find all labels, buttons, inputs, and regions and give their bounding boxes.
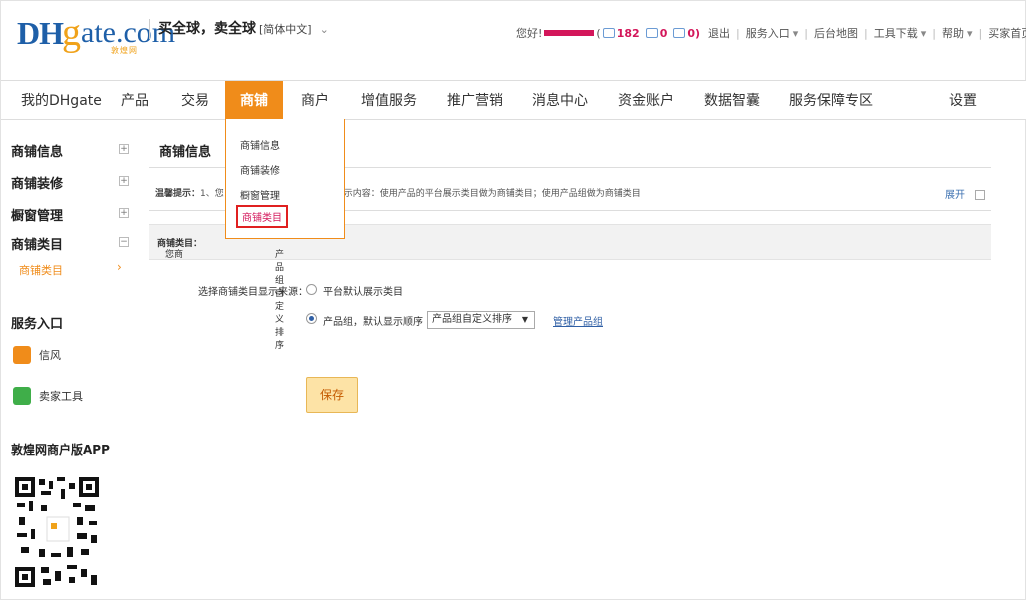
band-text-a: 您商 [165,250,184,260]
nav-data[interactable]: 数据智囊 [704,81,760,121]
expand-icon[interactable]: + [119,144,129,154]
option-product-group[interactable]: 产品组，默认显示顺序 [323,313,423,328]
nav-store[interactable]: 商铺 [225,81,283,121]
divider: | [736,26,740,40]
logo-subtitle: 敦煌网 [111,46,138,55]
store-dropdown-menu: 商铺信息 商铺装修 橱窗管理 商铺类目 [225,119,345,239]
app-title: 敦煌网商户版APP [11,443,110,457]
save-button[interactable]: 保存 [306,377,358,413]
expand-label: 展开 [945,190,965,201]
tool-xinfeng[interactable]: 信风 [13,346,61,364]
slogan: 买全球，卖全球 [149,19,256,39]
notice-icon[interactable] [673,28,686,38]
nav-messages[interactable]: 消息中心 [532,81,588,121]
band-text-b: 产品组自定义排序 [275,250,285,351]
tool-xinfeng-label: 信风 [39,349,61,362]
language-selector[interactable]: [简体中文] ⌄ [259,21,329,37]
tip-fragment-b: 示内容：使用产品的平台展示类目做为商铺类目；使用产品组做为商铺类目 [343,189,641,199]
sidebar-item-store-info[interactable]: 商铺信息 [11,141,63,160]
chevron-down-icon: ⌄ [319,23,329,36]
manage-product-group-link[interactable]: 管理产品组 [553,313,603,328]
paren-open: ( [596,26,601,40]
tool-download-link[interactable]: 工具下载 [874,25,918,41]
sidebar-item-decoration[interactable]: 商铺装修 [11,173,63,192]
expand-icon[interactable]: + [119,208,129,218]
divider: | [978,26,983,40]
divider: | [864,26,868,40]
chevron-right-icon: › [117,260,122,274]
service-entry-link[interactable]: 服务入口 [746,25,790,41]
language-label: [简体中文] [259,23,312,36]
tool-seller-label: 卖家工具 [39,390,83,403]
source-label: 选择商铺类目显示来源： [198,287,308,298]
sort-order-select[interactable]: 产品组自定义排序 ▼ [427,311,535,329]
menu-item-decoration[interactable]: 商铺装修 [240,162,280,177]
menu-item-window[interactable]: 橱窗管理 [240,187,280,202]
sidebar-subitem-category[interactable]: 商铺类目 [19,262,63,278]
comment-icon[interactable] [645,28,658,38]
chevron-down-icon: ▾ [792,26,799,40]
username-redacted[interactable] [544,30,595,36]
logout-link[interactable]: 退出 [708,25,730,41]
comment-count[interactable]: 0 [660,27,668,40]
tip-fragment-a: 1、您 [200,189,224,199]
expand-link[interactable]: 展开 [945,186,985,201]
dropdown-arrow-icon: ▼ [521,315,528,324]
tip-label: 温馨提示： [155,189,201,199]
divider: | [932,26,936,40]
select-value: 产品组自定义排序 [432,314,512,325]
top-bar: DH g ate.com 敦煌网 买全球，卖全球 [简体中文] ⌄ 您好! ( 1… [1,1,1026,79]
notice-count[interactable]: 0 [687,27,695,40]
nav-my-dhgate[interactable]: 我的DHgate [21,81,102,121]
page-title: 商铺信息 [159,145,212,160]
option-platform-default[interactable]: 平台默认展示类目 [323,283,403,298]
logo-g: g [62,12,81,54]
nav-service-guarantee[interactable]: 服务保障专区 [789,81,873,121]
expand-icon[interactable]: + [119,176,129,186]
service-entry-title: 服务入口 [11,317,64,332]
nav-value-added[interactable]: 增值服务 [361,81,417,121]
menu-item-category[interactable]: 商铺类目 [236,205,288,228]
message-count[interactable]: 182 [617,27,640,40]
qr-code-image [15,477,99,587]
radio-platform-default[interactable] [306,284,317,295]
mail-icon[interactable] [602,28,615,38]
admin-map-link[interactable]: 后台地图 [814,25,858,41]
nav-settings[interactable]: 设置 [949,81,977,121]
divider: | [804,26,808,40]
user-bar: 您好! ( 182 0 0 ) 退出 | 服务入口 ▾ | 后台地图 | 工具下载… [516,25,1026,41]
help-link[interactable]: 帮助 [942,25,964,41]
collapse-icon[interactable]: − [119,237,129,247]
nav-funds[interactable]: 资金账户 [618,81,674,121]
chevron-down-icon: ▾ [920,26,927,40]
xinfeng-icon [13,346,31,364]
page: DH g ate.com 敦煌网 买全球，卖全球 [简体中文] ⌄ 您好! ( 1… [0,0,1026,600]
paren-close: ) [695,26,701,40]
sidebar-item-window[interactable]: 橱窗管理 [11,205,63,224]
seller-tools-icon [13,387,31,405]
nav-products[interactable]: 产品 [121,81,149,121]
nav-merchant[interactable]: 商户 [301,81,329,121]
sidebar-item-category[interactable]: 商铺类目 [11,234,63,253]
chevron-down-icon: ▾ [966,26,973,40]
tool-seller-tools[interactable]: 卖家工具 [13,387,83,405]
main-nav: 我的DHgate 产品 交易 商铺 商户 增值服务 推广营销 消息中心 资金账户… [1,80,1026,121]
radio-product-group[interactable] [306,313,317,324]
logo-dh: DH [17,15,64,51]
nav-trade[interactable]: 交易 [181,81,209,121]
greeting: 您好! [516,27,543,40]
buyer-home-link[interactable]: 买家首页 [988,25,1026,41]
menu-item-store-info[interactable]: 商铺信息 [240,137,280,152]
chevron-down-icon [975,190,985,200]
nav-promotion[interactable]: 推广营销 [447,81,503,121]
